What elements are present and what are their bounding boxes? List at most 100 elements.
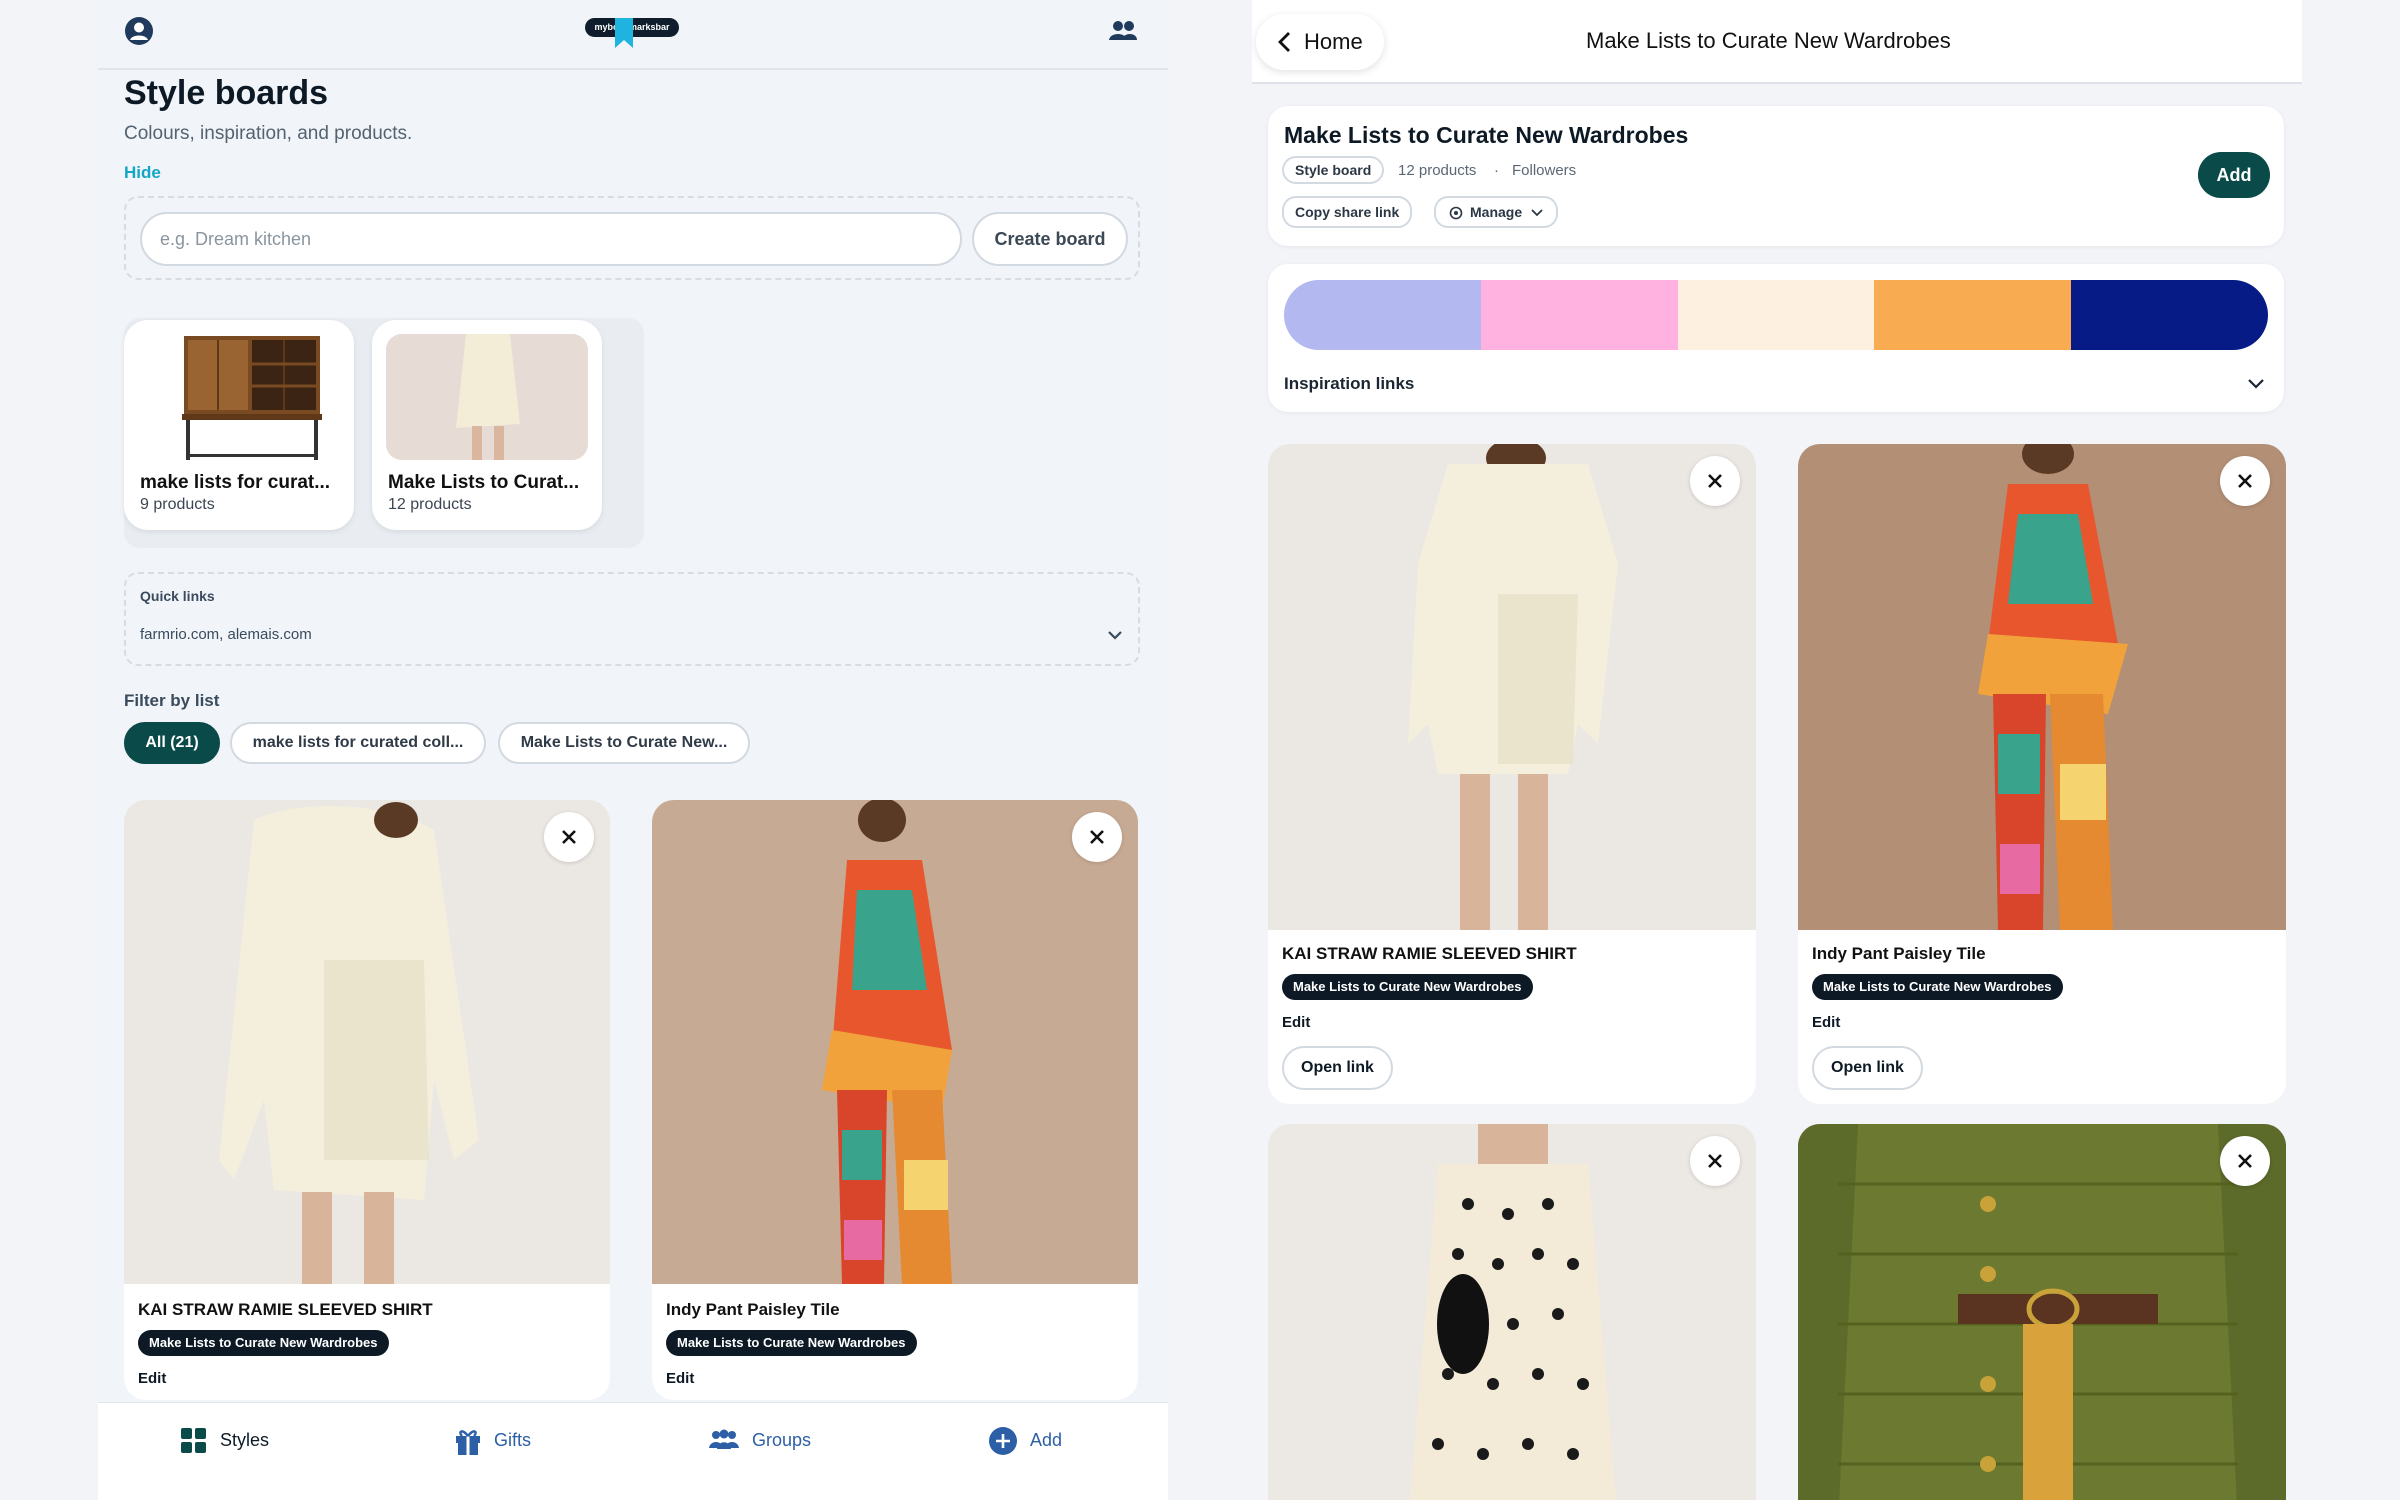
product-count: 12 products — [1398, 162, 1477, 179]
product-image[interactable] — [1268, 444, 1756, 930]
edit-link[interactable]: Edit — [138, 1370, 166, 1387]
detail-title: Make Lists to Curate New Wardrobes — [1586, 28, 1951, 53]
nav-label: Gifts — [494, 1430, 532, 1450]
gear-icon — [1449, 206, 1463, 220]
list-tag: Make Lists to Curate New Wardrobes — [138, 1330, 389, 1356]
remove-button[interactable] — [2220, 456, 2270, 506]
product-card — [1798, 1124, 2286, 1500]
filter-chip-list[interactable]: make lists for curated coll... — [230, 722, 486, 764]
page-title: Style boards — [124, 74, 329, 112]
product-card: KAI STRAW RAMIE SLEEVED SHIRT Make Lists… — [124, 800, 610, 1400]
boards-row: make lists for curat... 9 products Make … — [124, 318, 644, 548]
edit-link[interactable]: Edit — [666, 1370, 694, 1387]
chevron-down-icon — [1531, 209, 1543, 217]
board-name-input[interactable]: e.g. Dream kitchen — [140, 212, 962, 266]
user-account-icon[interactable] — [124, 16, 154, 46]
inspiration-links-label: Inspiration links — [1284, 374, 1415, 393]
product-card — [1268, 1124, 1756, 1500]
copy-share-link-button[interactable]: Copy share link — [1282, 196, 1413, 228]
top-bar: mybookmarksbar — [98, 0, 1168, 70]
create-board-box: e.g. Dream kitchen Create board — [124, 196, 1140, 280]
list-tag: Make Lists to Curate New Wardrobes — [1282, 974, 1533, 1000]
bookmark-icon — [615, 18, 633, 48]
close-icon — [562, 830, 576, 844]
edit-link[interactable]: Edit — [1812, 1014, 1840, 1031]
add-circle-icon — [989, 1427, 1017, 1455]
quick-links-value: farmrio.com, alemais.com — [140, 626, 312, 643]
paisley-outfit-image — [652, 800, 1138, 1284]
remove-button[interactable] — [544, 812, 594, 862]
open-link-button[interactable]: Open link — [1282, 1046, 1393, 1090]
hide-link[interactable]: Hide — [124, 163, 161, 183]
edit-link[interactable]: Edit — [1282, 1014, 1310, 1031]
product-image[interactable] — [652, 800, 1138, 1284]
close-icon — [1090, 830, 1104, 844]
product-image[interactable] — [124, 800, 610, 1284]
app-logo[interactable]: mybookmarksbar — [585, 18, 679, 48]
filter-label: Filter by list — [124, 691, 220, 710]
remove-button[interactable] — [2220, 1136, 2270, 1186]
colour-palette[interactable] — [1284, 280, 2268, 350]
meta-separator: · — [1494, 162, 1499, 179]
close-icon — [1708, 474, 1722, 488]
chevron-down-icon[interactable] — [1106, 626, 1124, 644]
home-back-button[interactable]: Home — [1256, 14, 1384, 70]
detail-header: Home Make Lists to Curate New Wardrobes — [1252, 0, 2302, 84]
bottom-nav: Styles Gifts Groups Add — [98, 1402, 1168, 1500]
close-icon — [2238, 1154, 2252, 1168]
board-name: Make Lists to Curat... — [388, 472, 580, 493]
palette-swatch[interactable] — [2071, 280, 2268, 350]
board-card[interactable]: Make Lists to Curat... 12 products — [372, 320, 602, 530]
chevron-down-icon[interactable] — [2246, 376, 2266, 392]
board-name: make lists for curat... — [140, 472, 331, 493]
filter-chip-all[interactable]: All (21) — [124, 722, 220, 764]
chevron-left-icon — [1278, 32, 1290, 52]
nav-label: Groups — [752, 1430, 812, 1450]
list-tag: Make Lists to Curate New Wardrobes — [666, 1330, 917, 1356]
product-title: KAI STRAW RAMIE SLEEVED SHIRT — [138, 1300, 433, 1319]
board-detail-pane: Home Make Lists to Curate New Wardrobes … — [1252, 0, 2302, 1500]
remove-button[interactable] — [1690, 456, 1740, 506]
board-title: Make Lists to Curate New Wardrobes — [1284, 122, 1689, 148]
board-card[interactable]: make lists for curat... 9 products — [124, 320, 354, 530]
palette-swatch[interactable] — [1480, 280, 1678, 350]
product-image[interactable] — [1268, 1124, 1756, 1500]
cabinet-image — [182, 336, 322, 460]
product-image[interactable] — [1798, 1124, 2286, 1500]
shirt-image — [386, 334, 588, 460]
product-card: Indy Pant Paisley Tile Make Lists to Cur… — [1798, 444, 2286, 1104]
add-button[interactable]: Add — [2198, 152, 2270, 198]
gift-icon — [456, 1430, 480, 1455]
remove-button[interactable] — [1690, 1136, 1740, 1186]
olive-jacket-image — [1798, 1124, 2286, 1500]
shirt-image — [124, 800, 610, 1284]
home-label: Home — [1304, 29, 1363, 54]
board-product-count: 9 products — [140, 496, 215, 513]
filter-chip-list[interactable]: Make Lists to Curate New... — [498, 722, 750, 764]
product-card: KAI STRAW RAMIE SLEEVED SHIRT Make Lists… — [1268, 444, 1756, 1104]
manage-label: Manage — [1470, 204, 1523, 220]
create-board-button[interactable]: Create board — [972, 212, 1128, 266]
board-info-card: Make Lists to Curate New Wardrobes Style… — [1268, 106, 2284, 246]
palette-swatch[interactable] — [1874, 280, 2072, 350]
palette-card: Inspiration links — [1268, 264, 2284, 412]
page-subtitle: Colours, inspiration, and products. — [124, 123, 413, 144]
remove-button[interactable] — [1072, 812, 1122, 862]
product-image[interactable] — [1798, 444, 2286, 930]
board-product-count: 12 products — [388, 496, 472, 513]
product-title: Indy Pant Paisley Tile — [666, 1300, 840, 1319]
board-thumbnail — [386, 334, 588, 460]
palette-swatch[interactable] — [1677, 280, 1875, 350]
followers-link[interactable]: Followers — [1512, 162, 1576, 179]
shirt-image — [1268, 444, 1756, 930]
close-icon — [2238, 474, 2252, 488]
open-link-button[interactable]: Open link — [1812, 1046, 1923, 1090]
nav-label: Add — [1030, 1430, 1063, 1450]
product-title: Indy Pant Paisley Tile — [1812, 944, 1986, 963]
people-icon[interactable] — [1108, 18, 1138, 44]
manage-button[interactable]: Manage — [1434, 196, 1559, 228]
style-board-badge: Style board — [1282, 156, 1385, 184]
grid-icon — [181, 1428, 206, 1453]
palette-swatch[interactable] — [1284, 280, 1481, 350]
quick-links-box[interactable]: Quick links farmrio.com, alemais.com — [124, 572, 1140, 666]
